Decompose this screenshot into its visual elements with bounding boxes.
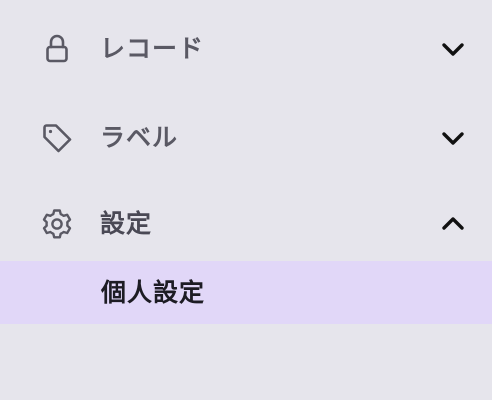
gear-icon <box>42 209 72 239</box>
sidebar-subitem-label: 個人設定 <box>101 278 206 307</box>
sidebar-subitem-personal-settings[interactable]: 個人設定 <box>0 261 492 324</box>
sidebar-item-records[interactable]: レコード <box>0 19 492 79</box>
sidebar-item-label: 設定 <box>100 209 153 238</box>
chevron-down-icon[interactable] <box>440 37 466 61</box>
sidebar-item-settings[interactable]: 設定 <box>0 194 492 254</box>
sidebar-item-labels[interactable]: ラベル <box>0 108 492 168</box>
lock-icon <box>46 34 68 63</box>
sidebar-nav: レコード ラベル 設定 個人設定 <box>0 0 492 400</box>
tag-icon <box>43 124 72 153</box>
sidebar-item-label: ラベル <box>100 123 179 152</box>
chevron-up-icon[interactable] <box>440 212 466 236</box>
chevron-down-icon[interactable] <box>440 126 466 150</box>
sidebar-item-label: レコード <box>100 34 205 63</box>
